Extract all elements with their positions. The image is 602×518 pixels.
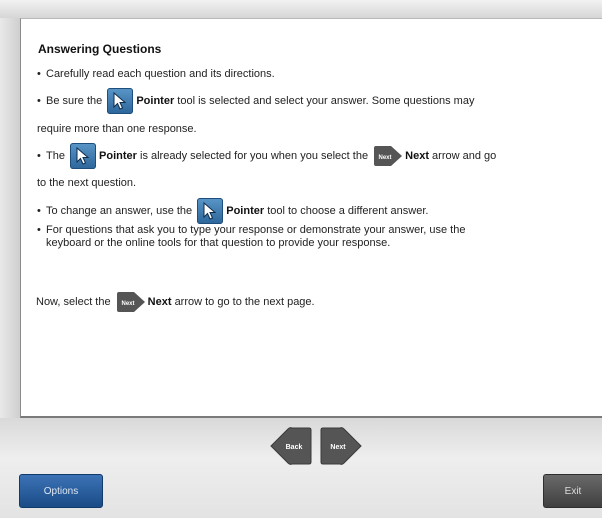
window-frame-left <box>0 18 20 418</box>
instruction-line: • Be sure the Pointer tool is selected an… <box>37 88 474 114</box>
pointer-tool-name: Pointer <box>136 94 175 107</box>
instruction-text: Carefully read each question and its dir… <box>46 68 275 80</box>
exit-button-label: Exit <box>564 486 582 497</box>
instruction-text: The <box>46 149 65 162</box>
closing-instruction: Now, select the Next Next arrow to go to… <box>36 291 315 313</box>
instruction-text: Now, select the <box>36 295 111 308</box>
svg-text:Next: Next <box>121 301 134 307</box>
next-arrow-icon: Next <box>116 292 145 312</box>
instruction-text: tool is selected and select your answer.… <box>177 94 475 107</box>
bullet: • <box>37 94 41 107</box>
instruction-line-continued: require more than one response. <box>37 123 197 136</box>
instruction-line: • Carefully read each question and its di… <box>37 68 275 81</box>
instruction-text: arrow to go to the next page. <box>174 295 315 308</box>
next-button-label: Next <box>330 444 346 451</box>
pointer-tool-icon <box>197 198 224 224</box>
bullet: • <box>37 149 41 162</box>
pointer-tool-icon <box>107 88 134 114</box>
pointer-tool-icon <box>70 143 97 169</box>
instruction-line: • To change an answer, use the Pointer to… <box>37 198 428 224</box>
bullet: • <box>37 224 41 236</box>
instruction-text: tool to choose a different answer. <box>267 204 429 217</box>
bullet: • <box>37 204 41 217</box>
next-button[interactable]: Next <box>320 427 362 465</box>
instruction-line: • The Pointer is already selected for you… <box>37 143 496 169</box>
instruction-text: require more than one response. <box>37 123 197 135</box>
instruction-text: arrow and go <box>432 149 497 162</box>
options-button[interactable]: Options <box>19 474 103 508</box>
instruction-line-continued: to the next question. <box>37 177 136 190</box>
instruction-text: For questions that ask you to type your … <box>46 224 466 236</box>
instruction-text: is already selected for you when you sel… <box>140 149 369 162</box>
bullet: • <box>37 68 41 80</box>
window-frame-top <box>0 0 602 18</box>
back-button-label: Back <box>286 444 303 451</box>
instruction-line: • For questions that ask you to type your… <box>37 224 465 237</box>
instruction-text: To change an answer, use the <box>46 204 193 217</box>
pointer-tool-name: Pointer <box>99 149 137 162</box>
next-label-inline: Next <box>405 149 429 162</box>
instruction-text: keyboard or the online tools for that qu… <box>46 237 391 249</box>
pointer-tool-name: Pointer <box>226 204 265 217</box>
back-button[interactable]: Back <box>270 427 312 465</box>
instruction-text: to the next question. <box>37 177 137 189</box>
instruction-text: Be sure the <box>46 94 103 107</box>
exit-button[interactable]: Exit <box>543 474 602 508</box>
page-title: Answering Questions <box>38 42 162 56</box>
next-arrow-icon: Next <box>374 146 403 166</box>
instruction-line-continued: keyboard or the online tools for that qu… <box>46 237 390 250</box>
options-button-label: Options <box>43 486 79 497</box>
instructions-panel: Answering Questions • Carefully read each… <box>20 18 602 418</box>
svg-text:Next: Next <box>379 155 392 161</box>
next-label-inline: Next <box>147 295 172 308</box>
